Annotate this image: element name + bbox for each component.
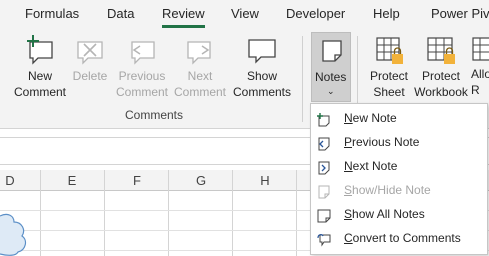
grid-line [232,170,233,256]
protect-workbook-icon [425,34,457,66]
allow-edit-ranges-button[interactable]: Allo R [471,34,489,98]
column-header-e[interactable]: E [62,173,82,188]
new-comment-icon [24,34,56,66]
tab-help[interactable]: Help [373,6,400,21]
notes-label: Notes [315,70,347,84]
tab-power-pivot[interactable]: Power Pivot [431,6,489,21]
new-comment-button[interactable]: New Comment [12,34,68,100]
tab-formulas[interactable]: Formulas [25,6,79,21]
new-note-icon [317,111,331,127]
show-hide-note-icon [317,183,331,199]
delete-comment-icon [74,34,106,66]
menu-item-previous-note[interactable]: Previous Note [311,130,487,154]
allow-edit-ranges-icon [471,34,489,66]
next-comment-icon [184,34,216,66]
chevron-down-icon: ⌄ [327,86,335,96]
menu-item-next-note[interactable]: Next Note [311,154,487,178]
menu-item-new-note[interactable]: New Note [311,106,487,130]
menu-item-show-all-notes[interactable]: Show All Notes [311,202,487,226]
notes-button[interactable]: Notes ⌄ [311,32,351,102]
tab-view[interactable]: View [231,6,259,21]
tab-developer[interactable]: Developer [286,6,345,21]
previous-comment-button[interactable]: Previous Comment [113,34,171,100]
column-header-g[interactable]: G [191,173,211,188]
menu-item-show-hide-note[interactable]: Show/Hide Note [311,178,487,202]
show-all-notes-icon [317,207,331,223]
previous-note-icon [317,135,331,151]
grid-line [40,170,41,256]
grid-line [296,170,297,256]
convert-to-comments-icon [317,231,331,247]
protect-workbook-button[interactable]: Protect Workbook [413,34,469,100]
grid-line [168,170,169,256]
active-tab-indicator [162,25,205,28]
tab-data[interactable]: Data [107,6,134,21]
tab-review[interactable]: Review [162,6,205,21]
column-header-f[interactable]: F [127,173,147,188]
notes-dropdown-menu: New Note Previous Note Next Note Show/Hi… [310,103,488,255]
delete-comment-button[interactable]: Delete [70,34,110,84]
show-comments-button[interactable]: Show Comments [231,34,293,100]
group-divider [302,36,303,122]
comments-group-label: Comments [125,108,184,122]
previous-comment-icon [126,34,158,66]
protect-sheet-button[interactable]: Protect Sheet [366,34,412,100]
menu-item-convert-to-comments[interactable]: Convert to Comments [311,226,487,250]
ribbon-tab-bar: Formulas Data Review View Developer Help… [0,0,489,30]
next-note-icon [317,159,331,175]
show-comments-icon [246,34,278,66]
column-header-h[interactable]: H [255,173,275,188]
column-header-d[interactable]: D [0,173,20,188]
grid-line [104,170,105,256]
cloud-shape[interactable] [0,210,30,256]
notes-icon [318,37,346,70]
protect-sheet-icon [373,34,405,66]
next-comment-button[interactable]: Next Comment [172,34,228,100]
